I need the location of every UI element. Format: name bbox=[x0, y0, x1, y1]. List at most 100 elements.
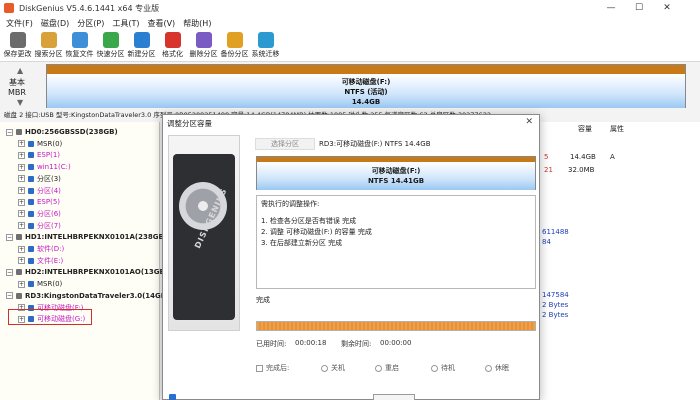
value-b3: 2 Bytes bbox=[542, 311, 569, 319]
menu-disk[interactable]: 磁盘(D) bbox=[37, 18, 73, 29]
nav-up-arrow-icon[interactable]: ▲ bbox=[17, 66, 23, 75]
title-bar: DiskGenius V5.4.6.1441 x64 专业版 — ☐ ✕ bbox=[0, 0, 700, 16]
expand-toggle-icon[interactable]: − bbox=[6, 233, 13, 241]
toolbar-label: 搜索分区 bbox=[34, 50, 63, 58]
toolbar-button-5[interactable]: 格式化 bbox=[157, 30, 188, 62]
window-title: DiskGenius V5.4.6.1441 x64 专业版 bbox=[19, 3, 160, 13]
toolbar-button-7[interactable]: 备份分区 bbox=[219, 30, 250, 62]
shutdown-label: 关机 bbox=[331, 364, 345, 372]
restart-radio[interactable] bbox=[375, 364, 382, 372]
expand-toggle-icon[interactable]: + bbox=[18, 151, 25, 159]
partition-name: 可移动磁盘(F:) bbox=[341, 78, 391, 86]
hibernate-radio[interactable] bbox=[485, 364, 492, 372]
expand-toggle-icon[interactable]: − bbox=[6, 128, 13, 136]
option-hibernate[interactable]: 休眠 bbox=[485, 363, 509, 373]
expand-toggle-icon[interactable]: + bbox=[18, 187, 25, 194]
tree-partition-item[interactable]: + 分区(3) bbox=[18, 173, 61, 185]
toolbar-label: 恢复文件 bbox=[65, 50, 94, 58]
partition-bar[interactable]: 可移动磁盘(F:) NTFS (活动) 14.4GB bbox=[46, 64, 686, 108]
tree-partition-item[interactable]: + 分区(7) bbox=[18, 220, 61, 232]
menu-view[interactable]: 查看(V) bbox=[143, 18, 179, 29]
expand-toggle-icon[interactable]: + bbox=[18, 140, 25, 148]
tree-item-label: 软件(D:) bbox=[37, 245, 65, 253]
tree-item-label: 分区(6) bbox=[37, 209, 61, 218]
tree-partition-item[interactable]: + 软件(D:) bbox=[18, 243, 64, 255]
save-icon bbox=[9, 32, 26, 48]
tree-disk-item[interactable]: − HD0:256GBSSD(238GB) bbox=[6, 126, 118, 138]
tree-partition-item[interactable]: + MSR(0) bbox=[18, 138, 62, 150]
toolbar-button-0[interactable]: 保存更改 bbox=[2, 30, 33, 62]
tree-partition-item[interactable]: + win11(C:) bbox=[18, 161, 71, 173]
resized-partition-name: 可移动磁盘(F:) bbox=[371, 167, 421, 175]
option-restart[interactable]: 重启 bbox=[375, 363, 399, 373]
toolbar-button-8[interactable]: 系统迁移 bbox=[250, 30, 281, 62]
format-icon bbox=[164, 32, 181, 48]
footer-button[interactable] bbox=[373, 394, 415, 400]
toolbar-label: 格式化 bbox=[162, 50, 183, 58]
dialog-side-image: DISKGENIUS bbox=[168, 135, 240, 331]
expand-toggle-icon[interactable]: + bbox=[18, 257, 25, 265]
expand-toggle-icon[interactable]: − bbox=[6, 292, 13, 300]
tree-partition-item[interactable]: + ESP(1) bbox=[18, 149, 60, 161]
expand-toggle-icon[interactable]: + bbox=[18, 163, 25, 171]
close-button[interactable]: ✕ bbox=[654, 0, 680, 16]
tree-partition-item[interactable]: + 文件(E:) bbox=[18, 255, 63, 267]
migrate-icon bbox=[257, 32, 274, 48]
toolbar: 保存更改 搜索分区 恢复文件 快速分区 新建分区 格式化 删除分区 备份分区 系统迁移 bbox=[0, 30, 700, 62]
tree-partition-item[interactable]: + ESP(5) bbox=[18, 196, 60, 208]
standby-radio[interactable] bbox=[431, 364, 438, 372]
toolbar-button-2[interactable]: 恢复文件 bbox=[64, 30, 95, 62]
expand-toggle-icon[interactable]: + bbox=[18, 210, 25, 218]
tree-partition-item[interactable]: + 分区(6) bbox=[18, 208, 61, 220]
value-a2: 84 bbox=[542, 238, 551, 246]
disk-type-mbr: MBR bbox=[8, 88, 26, 97]
tree-disk-item[interactable]: − HD2:INTELHBRPEKNX0101AO(13GB) bbox=[6, 266, 168, 278]
expand-toggle-icon[interactable]: + bbox=[18, 222, 25, 230]
menu-file[interactable]: 文件(F) bbox=[2, 18, 37, 29]
menu-help[interactable]: 帮助(H) bbox=[179, 18, 215, 29]
tree-item-label: 文件(E:) bbox=[37, 256, 64, 265]
partition-icon bbox=[28, 199, 34, 206]
minimize-button[interactable]: — bbox=[598, 0, 624, 16]
elapsed-value: 00:00:18 bbox=[295, 339, 327, 347]
maximize-button[interactable]: ☐ bbox=[626, 0, 652, 16]
partition-icon bbox=[28, 152, 34, 159]
toolbar-label: 删除分区 bbox=[189, 50, 218, 58]
partition-bar-body: 可移动磁盘(F:) NTFS (活动) 14.4GB bbox=[47, 74, 685, 108]
partition-icon bbox=[28, 187, 34, 194]
toolbar-button-4[interactable]: 新建分区 bbox=[126, 30, 157, 62]
tree-disk-item[interactable]: − HD1:INTELHBRPEKNX0101A(238GB) bbox=[6, 231, 167, 243]
option-standby[interactable]: 待机 bbox=[431, 363, 455, 373]
toolbar-button-1[interactable]: 搜索分区 bbox=[33, 30, 64, 62]
log-line-1: 1. 检查各分区是否有错误 完成 bbox=[261, 217, 357, 225]
footer-checkbox[interactable] bbox=[169, 394, 176, 400]
tree-partition-item[interactable]: + MSR(0) bbox=[18, 278, 62, 290]
app-logo-icon bbox=[4, 3, 14, 13]
selection-highlight bbox=[8, 309, 92, 325]
expand-toggle-icon[interactable]: + bbox=[18, 175, 25, 183]
select-partition-button[interactable]: 选择分区 bbox=[255, 138, 315, 150]
new-partition-icon bbox=[133, 32, 150, 48]
value-b2: 2 Bytes bbox=[542, 301, 569, 309]
option-shutdown[interactable]: 关机 bbox=[321, 363, 345, 373]
toolbar-button-3[interactable]: 快速分区 bbox=[95, 30, 126, 62]
shutdown-radio[interactable] bbox=[321, 364, 328, 372]
expand-toggle-icon[interactable]: − bbox=[6, 268, 13, 276]
resized-partition-info: NTFS 14.41GB bbox=[367, 177, 425, 185]
disk-icon bbox=[16, 269, 22, 276]
partition-icon bbox=[28, 175, 34, 182]
tree-item-label: win11(C:) bbox=[37, 163, 71, 172]
nav-down-arrow-icon[interactable]: ▼ bbox=[17, 98, 23, 107]
menu-partition[interactable]: 分区(P) bbox=[73, 18, 108, 29]
expand-toggle-icon[interactable]: + bbox=[18, 198, 25, 206]
after-complete-checkbox[interactable] bbox=[256, 364, 263, 372]
toolbar-button-6[interactable]: 删除分区 bbox=[188, 30, 219, 62]
after-complete-option[interactable]: 完成后: bbox=[256, 363, 289, 373]
tree-partition-item[interactable]: + 分区(4) bbox=[18, 185, 61, 197]
dialog-close-button[interactable]: ✕ bbox=[525, 117, 533, 127]
progress-fill bbox=[257, 322, 535, 330]
expand-toggle-icon[interactable]: + bbox=[18, 280, 25, 288]
menu-tools[interactable]: 工具(T) bbox=[108, 18, 143, 29]
tree-disk-item[interactable]: − RD3:KingstonDataTraveler3.0(14GB) bbox=[6, 290, 169, 302]
expand-toggle-icon[interactable]: + bbox=[18, 245, 25, 253]
